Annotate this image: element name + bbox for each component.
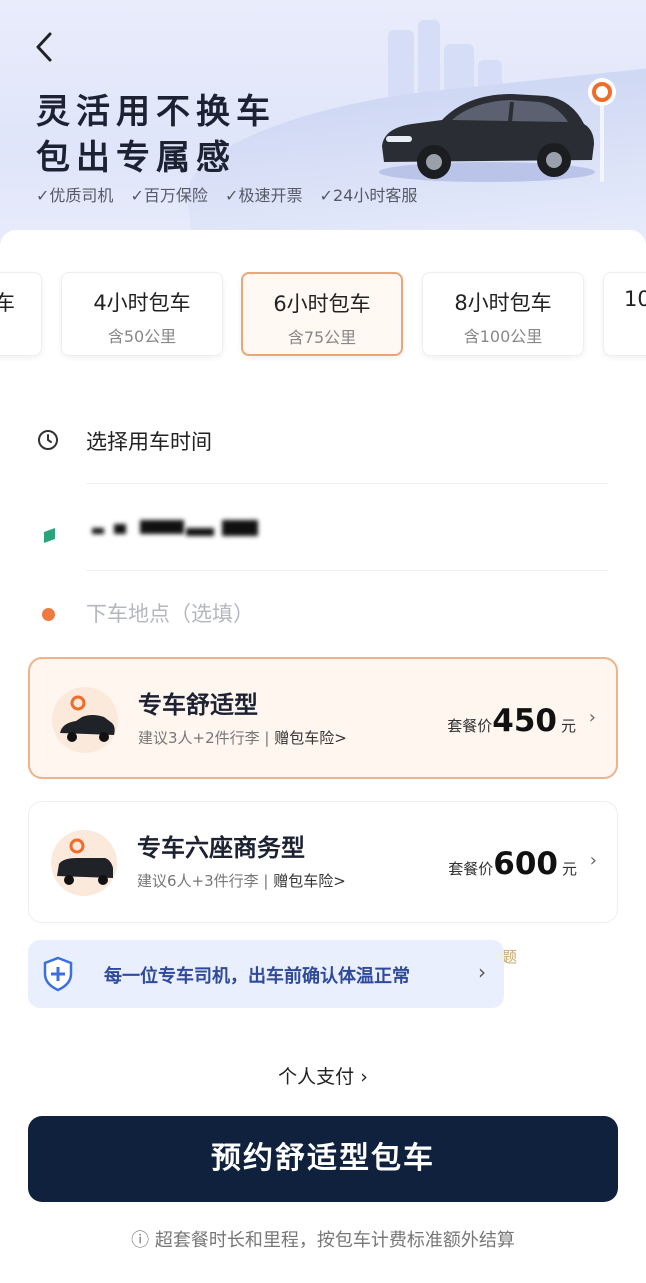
package-card[interactable]: 车 [0,272,42,356]
clock-icon [38,430,58,450]
pricing-note: ⓘ 超套餐时长和里程，按包车计费标准额外结算 [131,1230,515,1251]
price-value: 600 [493,846,558,882]
package-name: 8小时包车 [454,291,552,315]
tag-invoice: ✓极速开票 [225,186,303,205]
car-avatar-icon [52,687,118,753]
time-select[interactable]: 选择用车时间 [86,426,212,456]
insurance-link[interactable]: 赠包车险> [274,729,347,747]
shield-plus-icon [42,956,74,992]
hero-title-line2: 包出专属感 [36,138,236,178]
location-pin-icon [586,76,618,190]
package-card-8h[interactable]: 8小时包车 含100公里 [422,272,584,356]
package-card-6h[interactable]: 6小时包车 含75公里 [241,272,403,356]
package-distance: 含75公里 [287,328,357,347]
car-type-name: 专车舒适型 [138,691,258,719]
car-capacity: 建议3人+2件行李 | 赠包车险> [138,729,347,747]
divider [86,570,608,571]
car-option-comfort[interactable]: 专车舒适型 建议3人+2件行李 | 赠包车险> 套餐价450 元 › [28,657,618,779]
package-name: 车 [0,291,15,315]
car-option-business[interactable]: 专车六座商务型 建议6人+3件行李 | 赠包车险> 套餐价600 元 › [28,801,618,923]
service-tags: ✓优质司机 ✓百万保险 ✓极速开票 ✓24小时客服 [36,182,429,206]
chevron-left-icon [36,32,52,62]
hidden-link-fragment: 题 [502,948,518,966]
package-distance: 含50公里 [107,327,177,346]
tag-service: ✓24小时客服 [319,186,418,205]
car-price: 套餐价450 元 [447,703,576,739]
tag-driver: ✓优质司机 [36,186,114,205]
pickup-dot-icon [44,527,55,544]
notice-text: 每一位专车司机，出车前确认体温正常 [104,966,410,987]
chevron-right-icon: › [478,960,486,984]
package-name: 4小时包车 [93,291,191,315]
car-capacity: 建议6人+3件行李 | 赠包车险> [137,872,346,890]
insurance-link[interactable]: 赠包车险> [273,872,346,890]
tag-insurance: ✓百万保险 [130,186,208,205]
chevron-right-icon: › [360,1066,368,1088]
hero-title-line1: 灵活用不换车 [36,92,276,132]
package-name: 10 [624,287,646,311]
package-card[interactable]: 10 [603,272,646,356]
chevron-right-icon: › [588,707,596,728]
car-type-name: 专车六座商务型 [137,834,305,862]
price-value: 450 [492,703,557,739]
book-button[interactable]: 预约舒适型包车 [28,1116,618,1202]
package-name: 6小时包车 [273,292,371,316]
health-notice-banner[interactable]: 每一位专车司机，出车前确认体温正常 › [28,940,504,1008]
car-price: 套餐价600 元 [448,846,577,882]
package-distance: 含100公里 [463,327,543,346]
payment-selector[interactable]: 个人支付 › [0,1062,646,1089]
van-avatar-icon [51,830,117,896]
back-button[interactable] [30,30,60,64]
chevron-right-icon: › [589,850,597,871]
dropoff-input[interactable]: 下车地点（选填） [86,598,254,628]
dropoff-dot-icon [42,608,55,621]
package-card-4h[interactable]: 4小时包车 含50公里 [61,272,223,356]
package-selector: 车 4小时包车 含50公里 6小时包车 含75公里 8小时包车 含100公里 1… [0,230,646,400]
divider [86,483,608,484]
pickup-address-field[interactable] [86,512,286,552]
car-illustration [372,84,602,184]
